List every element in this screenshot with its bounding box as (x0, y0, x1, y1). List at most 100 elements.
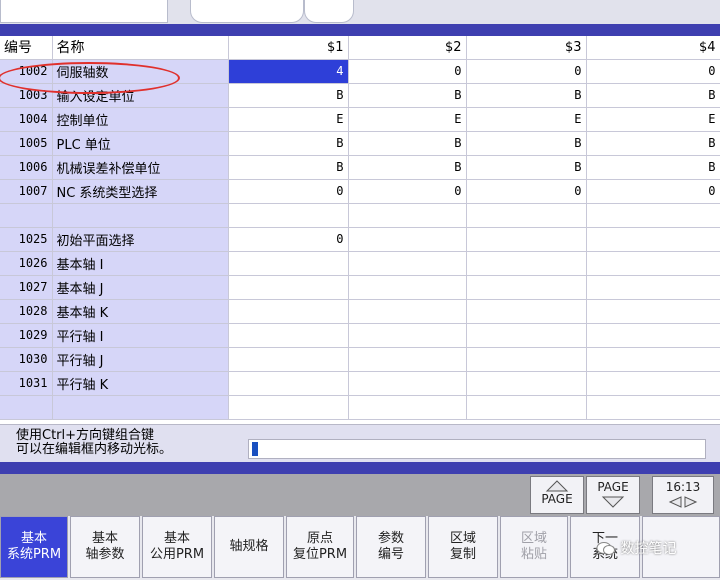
param-value-cell[interactable] (466, 251, 587, 276)
param-value-cell[interactable] (228, 347, 349, 372)
page-down-button[interactable]: PAGE (586, 476, 640, 514)
table-row: 1002 伺服轴数 4 0 0 0 (0, 59, 720, 84)
param-name: 平行轴 K (52, 371, 229, 396)
param-name: 控制单位 (52, 107, 229, 132)
param-value-cell[interactable]: 0 (228, 179, 349, 204)
param-value-cell[interactable]: B (348, 131, 467, 156)
param-value-cell[interactable]: B (466, 155, 587, 180)
param-value-cell[interactable] (466, 299, 587, 324)
clock-button[interactable]: 16:13 (652, 476, 714, 514)
param-value-cell[interactable] (228, 275, 349, 300)
table-row: 1007 NC 系统类型选择 0 0 0 0 (0, 179, 720, 204)
param-value-cell[interactable] (586, 347, 720, 372)
param-value-cell[interactable] (228, 371, 349, 396)
param-value-cell[interactable] (228, 323, 349, 348)
param-value-cell[interactable]: B (586, 155, 720, 180)
softkey-label-2: 复位PRM (292, 547, 348, 562)
param-value-cell[interactable]: B (586, 83, 720, 108)
param-value-cell[interactable] (466, 347, 587, 372)
page-control-row: PAGE PAGE 16:13 (0, 474, 720, 516)
param-value-cell[interactable] (466, 323, 587, 348)
param-value-cell[interactable]: B (228, 83, 349, 108)
param-number: 1027 (0, 275, 53, 300)
param-value-cell[interactable]: 0 (228, 227, 349, 252)
param-value-cell[interactable] (466, 203, 587, 228)
table-row: 1006 机械误差补偿单位 B B B B (0, 155, 720, 180)
param-number: 1026 (0, 251, 53, 276)
table-row: 1005 PLC 单位 B B B B (0, 131, 720, 156)
param-value-cell[interactable] (348, 251, 467, 276)
softkey-label-1: 原点 (306, 531, 333, 546)
param-value-cell[interactable]: B (466, 131, 587, 156)
column-header-name: 名称 (52, 36, 229, 60)
table-row: 1026 基本轴 I (0, 251, 720, 276)
top-tab-1[interactable] (0, 0, 168, 23)
param-value-cell[interactable] (586, 251, 720, 276)
param-value-cell[interactable] (348, 323, 467, 348)
param-value-cell[interactable] (348, 371, 467, 396)
help-message-line-1: 使用Ctrl+方向键组合键 (16, 428, 155, 443)
softkey-param-number[interactable]: 参数 编号 (356, 516, 426, 578)
param-value-cell[interactable]: B (466, 83, 587, 108)
param-value-cell[interactable] (586, 275, 720, 300)
param-value-cell[interactable] (466, 275, 587, 300)
help-message-area: 使用Ctrl+方向键组合键 可以在编辑框内移动光标。 (0, 424, 720, 463)
param-value-cell[interactable] (586, 227, 720, 252)
softkey-basic-system-prm[interactable]: 基本 系统PRM (0, 516, 68, 578)
column-header-path4: $4 (586, 36, 720, 60)
param-value-cell[interactable] (586, 371, 720, 396)
softkey-origin-reset-prm[interactable]: 原点 复位PRM (286, 516, 354, 578)
param-value-cell[interactable]: 0 (348, 59, 467, 84)
param-value-cell[interactable]: B (228, 131, 349, 156)
param-value-cell[interactable]: 0 (586, 179, 720, 204)
param-value-cell[interactable] (348, 299, 467, 324)
param-value-cell[interactable]: E (586, 107, 720, 132)
table-row: 1003 输入设定单位 B B B B (0, 83, 720, 108)
param-value-cell[interactable] (466, 227, 587, 252)
softkey-axis-spec[interactable]: 轴规格 (214, 516, 284, 578)
param-value-cell[interactable] (348, 395, 467, 421)
param-value-cell[interactable] (348, 203, 467, 228)
param-value-cell[interactable]: 0 (348, 179, 467, 204)
column-header-number: 编号 (0, 36, 53, 60)
param-value-cell[interactable] (586, 395, 720, 421)
param-value-cell[interactable] (348, 275, 467, 300)
param-value-cell[interactable]: B (348, 155, 467, 180)
softkey-area-copy[interactable]: 区域 复制 (428, 516, 498, 578)
edit-input-box[interactable] (248, 439, 706, 459)
param-value-cell[interactable]: 0 (466, 179, 587, 204)
softkey-area-paste[interactable]: 区域 粘贴 (500, 516, 568, 578)
softkey-basic-common-prm[interactable]: 基本 公用PRM (142, 516, 212, 578)
param-value-cell[interactable] (228, 395, 349, 421)
param-number: 1028 (0, 299, 53, 324)
param-value-cell[interactable] (466, 371, 587, 396)
softkey-basic-axis-params[interactable]: 基本 轴参数 (70, 516, 140, 578)
param-name: 平行轴 I (52, 323, 229, 348)
top-tab-3[interactable] (304, 0, 354, 23)
param-name: 基本轴 J (52, 275, 229, 300)
param-number: 1007 (0, 179, 53, 204)
param-value-cell[interactable] (228, 203, 349, 228)
param-value-cell[interactable] (228, 299, 349, 324)
param-value-cell[interactable]: B (228, 155, 349, 180)
param-value-cell[interactable]: 0 (466, 59, 587, 84)
param-number: 1005 (0, 131, 53, 156)
top-tab-2[interactable] (190, 0, 304, 23)
param-value-cell[interactable]: 0 (586, 59, 720, 84)
page-up-button[interactable]: PAGE (530, 476, 584, 514)
param-value-cell[interactable]: E (466, 107, 587, 132)
param-value-cell[interactable] (228, 251, 349, 276)
param-value-cell[interactable]: E (348, 107, 467, 132)
param-value-cell[interactable]: B (586, 131, 720, 156)
param-value-cell[interactable] (348, 347, 467, 372)
param-value-cell[interactable] (348, 227, 467, 252)
param-value-cell[interactable]: E (228, 107, 349, 132)
param-value-cell[interactable] (586, 299, 720, 324)
param-value-cell[interactable]: B (348, 83, 467, 108)
parameter-table: 编号 名称 $1 $2 $3 $4 1002 伺服轴数 4 0 0 0 1003… (0, 36, 720, 421)
param-value-cell-selected[interactable]: 4 (228, 59, 349, 84)
param-value-cell[interactable] (466, 395, 587, 421)
param-value-cell[interactable] (586, 323, 720, 348)
table-row: 1030 平行轴 J (0, 347, 720, 372)
param-value-cell[interactable] (586, 203, 720, 228)
